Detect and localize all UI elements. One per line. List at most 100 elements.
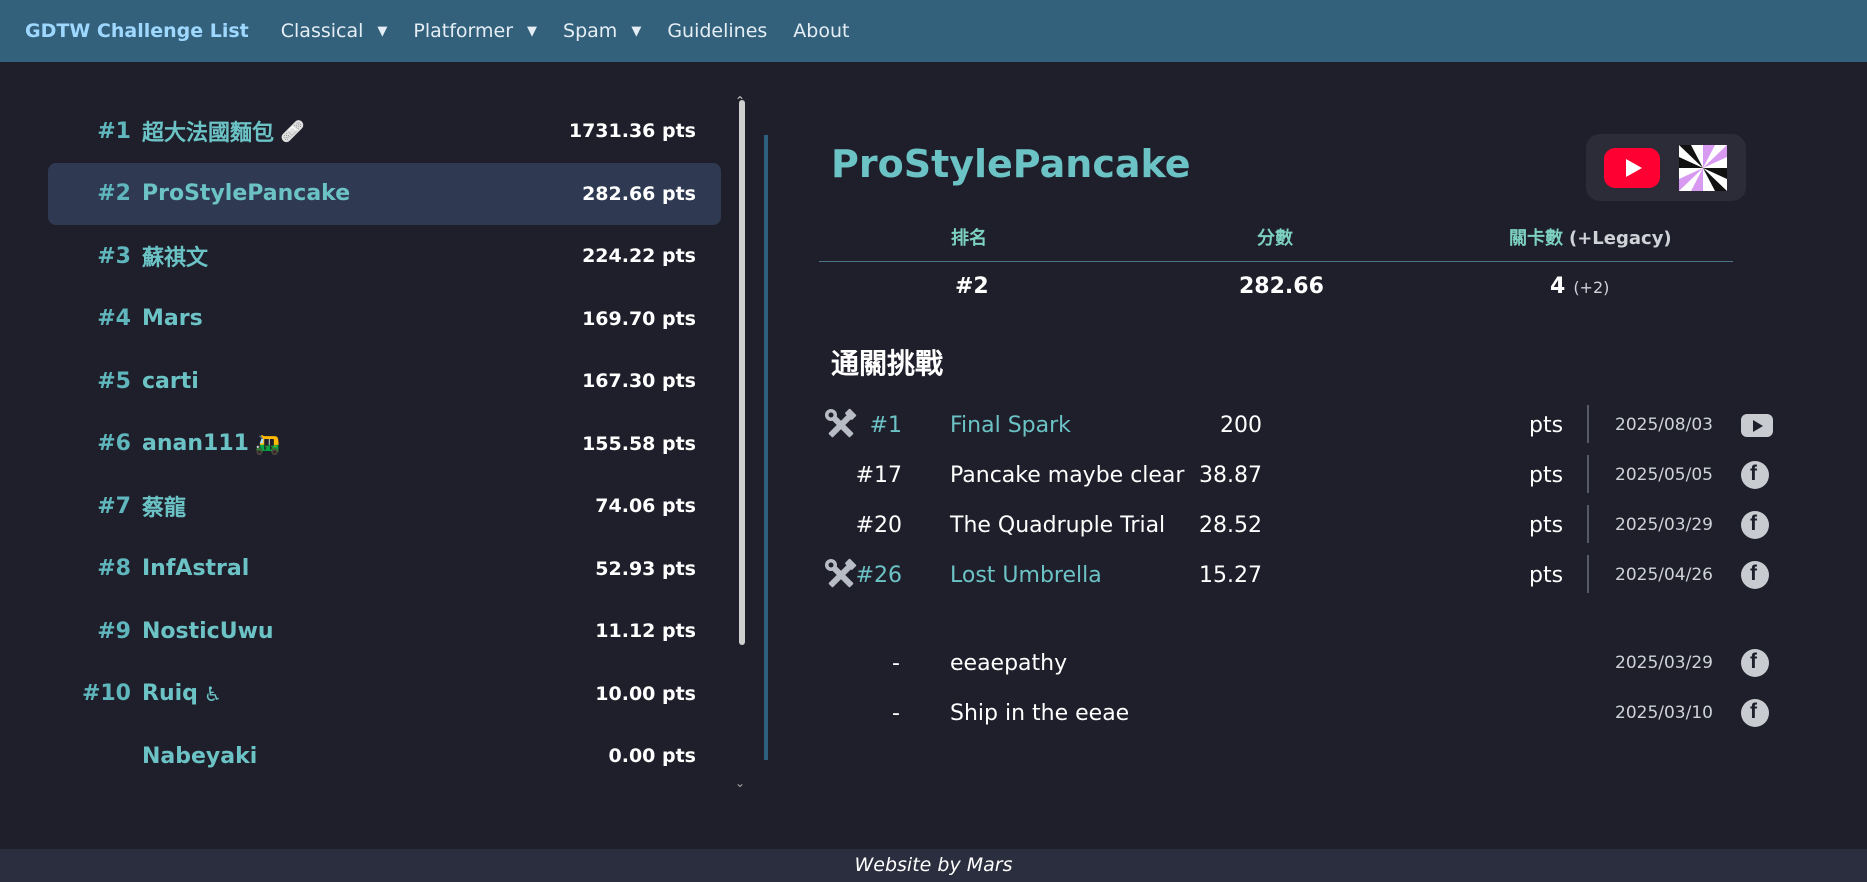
stat-value-score: 282.66: [1239, 274, 1324, 299]
facebook-icon[interactable]: f: [1741, 649, 1769, 677]
player-row[interactable]: Nabeyaki 0.00 pts: [48, 725, 721, 788]
completion-row[interactable]: #17 Pancake maybe clear 38.87 pts 2025/05/05…: [820, 450, 1780, 500]
completions-heading: 通關挑戰: [831, 347, 944, 380]
panel-divider: [764, 135, 768, 760]
player-points: 74.06 pts: [595, 495, 696, 518]
completion-row[interactable]: #20 The Quadruple Trial 28.52 pts 2025/03/29…: [820, 500, 1780, 550]
nav-platformer-label: Platformer: [413, 20, 514, 42]
level-points-unit: pts: [1529, 413, 1564, 438]
player-row[interactable]: #4 Mars 169.70 pts: [48, 288, 721, 351]
facebook-icon[interactable]: f: [1741, 561, 1769, 589]
social-links: [1586, 134, 1746, 201]
player-row[interactable]: #5 carti 167.30 pts: [48, 350, 721, 413]
player-rank: #8: [97, 556, 131, 582]
player-name: Mars: [142, 306, 203, 331]
legacy-date: 2025/03/29: [1615, 653, 1713, 673]
completion-date: 2025/05/05: [1615, 465, 1713, 485]
tools-icon: [825, 408, 857, 438]
row-separator: [1587, 505, 1589, 543]
scrollbar-thumb[interactable]: [739, 100, 745, 645]
scroll-down-icon[interactable]: ⌄: [735, 776, 745, 790]
player-row[interactable]: #7 蔡龍 74.06 pts: [48, 475, 721, 538]
pinwheel-icon[interactable]: [1678, 144, 1728, 192]
facebook-icon[interactable]: f: [1741, 511, 1769, 539]
level-rank: #26: [855, 563, 902, 588]
player-rank: #10: [81, 681, 131, 707]
level-name-link[interactable]: Lost Umbrella: [950, 563, 1102, 588]
facebook-icon[interactable]: f: [1741, 699, 1769, 727]
tools-icon: [825, 558, 857, 588]
completion-row[interactable]: #1 Final Spark 200 pts 2025/08/03: [820, 400, 1780, 450]
player-row[interactable]: #8 InfAstral 52.93 pts: [48, 538, 721, 601]
completion-date: 2025/03/29: [1615, 515, 1713, 535]
player-rank: #1: [97, 118, 131, 144]
player-row[interactable]: #3 蘇祺文 224.22 pts: [48, 225, 721, 288]
stat-value-levels-count: 4: [1550, 274, 1566, 299]
legacy-row[interactable]: - eeaepathy 2025/03/29 f: [820, 638, 1780, 688]
legacy-level-name: eeaepathy: [950, 651, 1068, 676]
youtube-icon[interactable]: [1741, 411, 1773, 439]
level-name-link[interactable]: The Quadruple Trial: [950, 513, 1165, 538]
player-list: #1 超大法國麵包 🩹 1731.36 pts #2 ProStylePancake 282…: [48, 100, 721, 788]
player-name-text: carti: [142, 368, 199, 394]
level-rank: #1: [869, 413, 902, 438]
player-emoji-icon: 🛺: [254, 431, 280, 456]
level-points: 200: [1220, 413, 1262, 438]
player-row[interactable]: #1 超大法國麵包 🩹 1731.36 pts: [48, 100, 721, 163]
legacy-date: 2025/03/10: [1615, 703, 1713, 723]
stat-value-levels: 4 (+2): [1550, 274, 1609, 299]
player-rank: #3: [97, 243, 131, 269]
player-points: 169.70 pts: [582, 307, 696, 330]
player-points: 282.66 pts: [582, 182, 696, 205]
caret-down-icon: ▼: [527, 23, 538, 39]
legacy-rank: -: [892, 701, 900, 726]
player-points: 1731.36 pts: [568, 120, 696, 143]
youtube-icon[interactable]: [1604, 148, 1660, 188]
player-name-text: NosticUwu: [142, 618, 274, 644]
player-name-text: ProStylePancake: [142, 181, 351, 207]
level-rank: #17: [855, 463, 902, 488]
level-name-link[interactable]: Pancake maybe clear: [950, 463, 1184, 488]
footer-credit: Website by Mars: [0, 849, 1867, 882]
nav-classical-label: Classical: [280, 20, 364, 42]
brand-link[interactable]: GDTW Challenge List: [25, 20, 249, 42]
player-row[interactable]: #9 NosticUwu 11.12 pts: [48, 600, 721, 663]
player-rank: #9: [97, 618, 131, 644]
player-name-text: Mars: [142, 306, 203, 332]
completion-row[interactable]: #26 Lost Umbrella 15.27 pts 2025/04/26 f: [820, 550, 1780, 600]
caret-down-icon: ▼: [631, 23, 642, 39]
stat-value-legacy: (+2): [1573, 278, 1610, 297]
caret-down-icon: ▼: [377, 23, 388, 39]
nav-spam-label: Spam: [563, 20, 618, 42]
legacy-level-name: Ship in the eeae: [950, 701, 1130, 726]
top-navbar: GDTW Challenge List Classical ▼ Platform…: [0, 0, 1867, 62]
nav-about[interactable]: About: [793, 20, 849, 42]
player-rank: #6: [97, 431, 131, 457]
nav-spam[interactable]: Spam ▼: [563, 20, 641, 42]
nav-platformer[interactable]: Platformer ▼: [413, 20, 537, 42]
player-row[interactable]: #2 ProStylePancake 282.66 pts: [48, 162, 721, 225]
nav-guidelines[interactable]: Guidelines: [667, 20, 767, 42]
legacy-row[interactable]: - Ship in the eeae 2025/03/10 f: [820, 688, 1780, 738]
stats-divider: [819, 261, 1733, 262]
stat-header-score: 分數: [1257, 228, 1293, 249]
player-name: carti: [142, 369, 199, 394]
player-name-text: InfAstral: [142, 556, 250, 582]
player-points: 52.93 pts: [595, 557, 696, 580]
player-name: 蔡龍: [142, 490, 186, 522]
player-name: Nabeyaki: [142, 744, 257, 769]
level-name-link[interactable]: Final Spark: [950, 413, 1071, 438]
player-name-text: 蘇祺文: [142, 246, 209, 272]
stat-header-rank: 排名: [951, 228, 987, 249]
level-points-unit: pts: [1529, 513, 1564, 538]
player-emoji-icon: ♿: [203, 681, 222, 706]
player-row[interactable]: #6 anan111 🛺 155.58 pts: [48, 413, 721, 476]
player-name: 蘇祺文: [142, 240, 208, 272]
nav-classical[interactable]: Classical ▼: [281, 20, 388, 42]
player-points: 11.12 pts: [595, 620, 696, 643]
player-rank: #5: [97, 368, 131, 394]
row-separator: [1587, 405, 1589, 443]
player-row[interactable]: #10 Ruiq ♿ 10.00 pts: [48, 663, 721, 726]
facebook-icon[interactable]: f: [1741, 461, 1769, 489]
level-rank: #20: [855, 513, 902, 538]
